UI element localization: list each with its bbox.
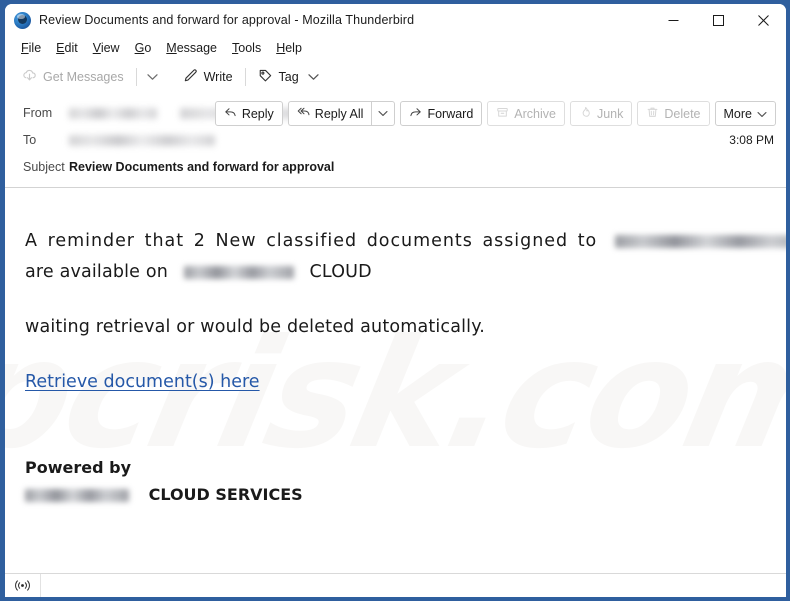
body-spacer-3 — [25, 398, 766, 454]
from-label: From — [23, 106, 53, 120]
junk-flame-icon — [579, 106, 592, 122]
reply-label: Reply — [241, 106, 274, 121]
message-timestamp: 3:08 PM — [729, 133, 774, 147]
footer-powered-by: Powered by — [25, 458, 131, 477]
window-title: Review Documents and forward for approva… — [39, 13, 415, 27]
body-spacer-2 — [25, 343, 766, 367]
maximize-icon[interactable] — [696, 4, 741, 36]
forward-arrow-icon — [409, 106, 422, 122]
window-controls — [651, 4, 786, 36]
body-link-row: Retrieve document(s) here — [25, 367, 766, 398]
delete-button[interactable]: Delete — [637, 101, 710, 126]
main-toolbar: Get Messages Write Tag — [5, 59, 786, 95]
reply-button[interactable]: Reply — [214, 101, 283, 126]
broadcast-signal-icon[interactable] — [5, 574, 41, 597]
subject-value: Review Documents and forward for approva… — [69, 160, 335, 174]
forward-button[interactable]: Forward — [400, 101, 483, 126]
body-paragraph-1-line-2: are available on CLOUD — [25, 257, 766, 288]
body-text-1: A reminder that 2 New classified documen… — [25, 231, 598, 251]
archive-button[interactable]: Archive — [487, 101, 565, 126]
more-chevron-down-icon — [757, 107, 767, 121]
body-spacer-1 — [25, 288, 766, 312]
reply-all-button[interactable]: Reply All — [287, 101, 372, 126]
status-bar — [5, 573, 786, 597]
to-label: To — [23, 133, 37, 147]
menu-tools[interactable]: Tools — [225, 39, 269, 57]
message-body-content: A reminder that 2 New classified documen… — [5, 188, 786, 508]
tag-icon — [258, 68, 273, 86]
write-label: Write — [203, 70, 233, 84]
menu-edit[interactable]: Edit — [49, 39, 86, 57]
menu-view[interactable]: View — [86, 39, 128, 57]
body-text-2: are available on — [25, 262, 169, 282]
message-body-pane: pcrisk.com A reminder that 2 New classif… — [5, 188, 786, 573]
window-inner: Review Documents and forward for approva… — [5, 4, 786, 597]
thunderbird-logo-icon — [14, 11, 31, 29]
footer-brand-row: CLOUD SERVICES — [25, 481, 766, 508]
trash-icon — [646, 106, 659, 122]
toolbar-divider-2 — [244, 68, 246, 86]
body-paragraph-1-line-1: A reminder that 2 New classified documen… — [25, 226, 786, 257]
close-icon[interactable] — [741, 4, 786, 36]
junk-label: Junk — [596, 106, 624, 121]
retrieve-documents-link[interactable]: Retrieve document(s) here — [25, 372, 260, 392]
reply-arrow-icon — [224, 106, 237, 122]
reply-all-arrow-icon — [297, 106, 310, 122]
tag-label: Tag — [278, 70, 299, 84]
title-bar: Review Documents and forward for approva… — [5, 4, 786, 36]
body-text-3: CLOUD — [309, 262, 372, 282]
get-messages-label: Get Messages — [43, 70, 124, 84]
write-button[interactable]: Write — [176, 64, 240, 90]
message-action-buttons: Reply Reply All Forward Archive Junk Del… — [210, 101, 776, 126]
archive-box-icon — [496, 106, 509, 122]
menu-message[interactable]: Message — [159, 39, 225, 57]
toolbar-divider-1 — [135, 68, 137, 86]
footer-redaction — [25, 489, 129, 502]
body-redaction-2 — [183, 265, 294, 279]
menu-bar: File Edit View Go Message Tools Help — [5, 36, 786, 59]
reply-all-label: Reply All — [314, 106, 364, 121]
more-button[interactable]: More — [714, 101, 776, 126]
download-cloud-icon — [22, 68, 37, 86]
header-row-to: To 3:08 PM — [5, 128, 786, 152]
header-row-from: From Reply Reply All Forward Archive Jun… — [5, 101, 786, 126]
footer-cloud-services: CLOUD SERVICES — [148, 485, 303, 504]
forward-label: Forward — [427, 106, 474, 121]
menu-go[interactable]: Go — [128, 39, 160, 57]
get-messages-chevron-down-icon[interactable] — [142, 64, 164, 90]
tag-chevron-down-icon[interactable] — [308, 70, 319, 84]
more-label: More — [723, 106, 752, 121]
header-row-subject: Subject Review Documents and forward for… — [5, 155, 786, 179]
to-value-redacted — [69, 133, 215, 147]
junk-button[interactable]: Junk — [569, 101, 633, 126]
delete-label: Delete — [664, 106, 701, 121]
thunderbird-window: Review Documents and forward for approva… — [0, 0, 790, 601]
pencil-icon — [183, 68, 198, 86]
body-paragraph-2: waiting retrieval or would be deleted au… — [25, 317, 485, 337]
message-header-pane: From Reply Reply All Forward Archive Jun… — [5, 95, 786, 188]
reply-all-chevron-down-icon[interactable] — [371, 101, 396, 126]
minimize-icon[interactable] — [651, 4, 696, 36]
archive-label: Archive — [514, 106, 556, 121]
menu-help[interactable]: Help — [269, 39, 310, 57]
tag-button[interactable]: Tag — [251, 64, 326, 90]
menu-file[interactable]: File — [14, 39, 49, 57]
subject-label: Subject — [23, 160, 65, 174]
get-messages-button[interactable]: Get Messages — [15, 64, 131, 90]
body-redaction-1 — [614, 234, 786, 248]
